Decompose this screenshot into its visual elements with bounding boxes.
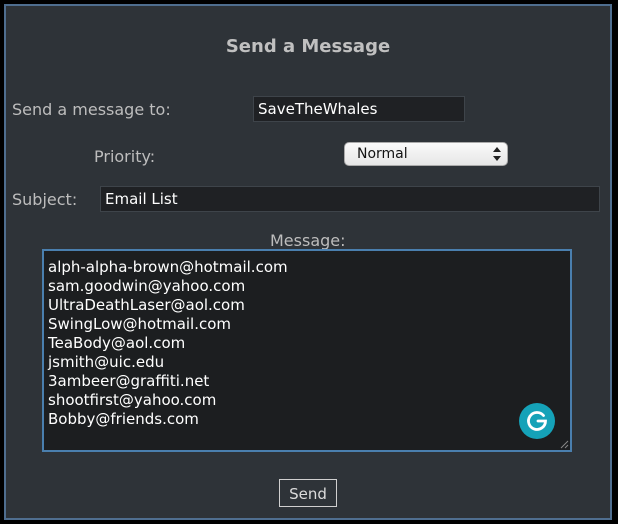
message-line: TeaBody@aol.com [48, 334, 186, 352]
message-line: shootfirst@yahoo.com [48, 391, 217, 409]
form-title: Send a Message [225, 36, 391, 57]
priority-label: Priority: [94, 147, 156, 166]
recipient-input[interactable]: SaveTheWhales [253, 96, 465, 122]
message-line: UltraDeathLaser@aol.com [48, 296, 245, 314]
priority-select[interactable]: Normal [344, 142, 508, 166]
send-button[interactable]: Send [279, 479, 337, 507]
message-line: alph-alpha-brown@hotmail.com [48, 258, 288, 276]
recipient-label: Send a message to: [12, 100, 171, 119]
message-line: Bobby@friends.com [48, 410, 199, 428]
priority-selected-value: Normal [357, 146, 408, 162]
message-line: 3ambeer@graffiti.net [48, 372, 210, 390]
subject-input[interactable]: Email List [100, 186, 600, 212]
message-form-panel: Send a Message Send a message to: SaveTh… [4, 4, 612, 520]
subject-label: Subject: [12, 190, 78, 209]
message-textarea[interactable]: alph-alpha-brown@hotmail.com sam.goodwin… [42, 249, 572, 452]
resize-grip-icon[interactable] [560, 440, 569, 449]
message-line: sam.goodwin@yahoo.com [48, 277, 246, 295]
grammarly-icon[interactable] [519, 403, 555, 439]
message-line: jsmith@uic.edu [48, 353, 165, 371]
message-line: SwingLow@hotmail.com [48, 315, 232, 333]
up-down-arrows-icon [493, 147, 501, 161]
message-label: Message: [270, 231, 346, 250]
